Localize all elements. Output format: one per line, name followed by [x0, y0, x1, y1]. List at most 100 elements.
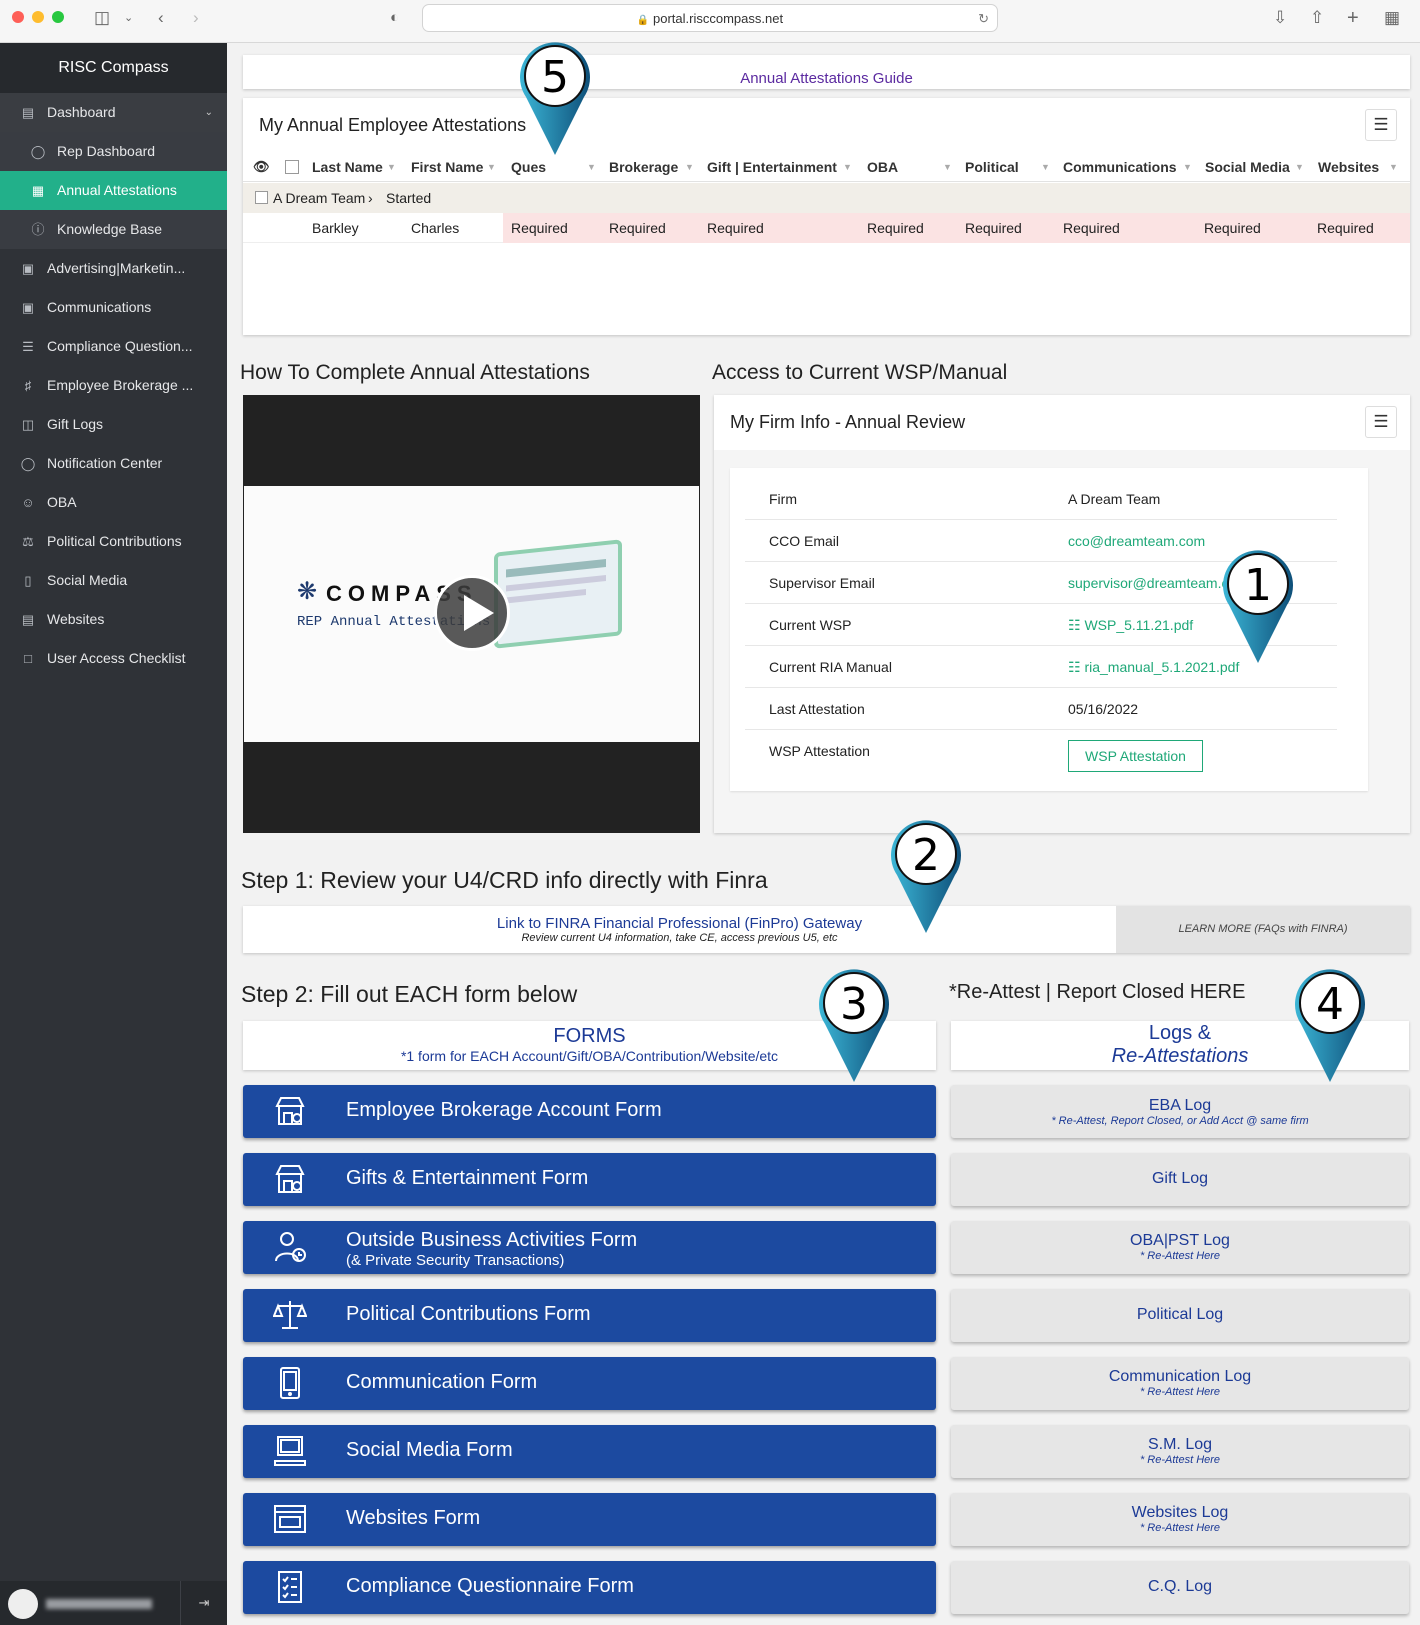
tab-overview-icon[interactable]: ▦	[1384, 8, 1400, 28]
sidebar-item-employee-brokerage[interactable]: ♯ Employee Brokerage ...	[0, 366, 227, 405]
sidebar-item-social-media[interactable]: ▯ Social Media	[0, 561, 227, 600]
log-label: EBA Log	[1148, 1097, 1212, 1114]
back-icon[interactable]: ‹	[158, 8, 164, 28]
info-icon: ⓘ	[31, 222, 45, 237]
social-media-form-button[interactable]: Social Media Form	[243, 1425, 936, 1478]
sort-icon[interactable]: ▼	[843, 152, 852, 182]
communication-log-button[interactable]: Communication Log * Re-Attest Here	[951, 1357, 1409, 1410]
column-header[interactable]: First Name	[411, 152, 483, 182]
column-header[interactable]: Last Name	[312, 152, 383, 182]
group-checkbox[interactable]	[255, 191, 268, 204]
address-bar[interactable]: 🔒 portal.risccompass.net ↻	[422, 4, 998, 32]
sort-icon[interactable]: ▼	[943, 152, 952, 182]
political-log-button[interactable]: Political Log	[951, 1289, 1409, 1342]
status-cell[interactable]: Required	[699, 213, 859, 243]
ria-manual-link[interactable]: ☷ ria_manual_5.1.2021.pdf	[1068, 646, 1239, 688]
compliance-questionnaire-form-button[interactable]: Compliance Questionnaire Form	[243, 1561, 936, 1614]
websites-log-button[interactable]: Websites Log * Re-Attest Here	[951, 1493, 1409, 1546]
group-row[interactable]: A Dream Team › Started	[243, 183, 1410, 213]
eba-log-button[interactable]: EBA Log * Re-Attest, Report Closed, or A…	[951, 1085, 1409, 1138]
sort-icon[interactable]: ▼	[1183, 152, 1192, 182]
column-header[interactable]: Brokerage	[609, 152, 678, 182]
column-header[interactable]: Communications	[1063, 152, 1177, 182]
status-cell[interactable]: Required	[1055, 213, 1196, 243]
sidebar-item-advertising[interactable]: ▣ Advertising|Marketin...	[0, 249, 227, 288]
status-cell[interactable]: Required	[503, 213, 601, 243]
sort-icon[interactable]: ▼	[685, 152, 694, 182]
sidebar-item-gift-logs[interactable]: ◫ Gift Logs	[0, 405, 227, 444]
political-contributions-form-button[interactable]: Political Contributions Form	[243, 1289, 936, 1342]
sort-icon[interactable]: ▼	[1295, 152, 1304, 182]
sidebar-item-oba[interactable]: ☺ OBA	[0, 483, 227, 522]
maximize-window-button[interactable]	[52, 11, 64, 23]
sidebar-item-user-access-checklist[interactable]: □ User Access Checklist	[0, 639, 227, 678]
attestations-card: My Annual Employee Attestations ☰ 👁 Last…	[243, 98, 1410, 335]
column-header[interactable]: Political	[965, 152, 1019, 182]
oba-pst-log-button[interactable]: OBA|PST Log * Re-Attest Here	[951, 1221, 1409, 1274]
chevron-right-icon[interactable]: ›	[368, 183, 373, 213]
grid-header: 👁 Last Name ▼ First Name ▼ Ques ▼ Broker…	[243, 152, 1410, 182]
sort-icon[interactable]: ▼	[387, 152, 396, 182]
gifts-entertainment-form-button[interactable]: Gifts & Entertainment Form	[243, 1153, 936, 1206]
social-media-log-button[interactable]: S.M. Log * Re-Attest Here	[951, 1425, 1409, 1478]
shield-icon[interactable]: ◐	[390, 8, 399, 28]
finra-link-text[interactable]: Link to FINRA Financial Professional (Fi…	[243, 915, 1116, 932]
column-header[interactable]: Websites	[1318, 152, 1379, 182]
cco-email-link[interactable]: cco@dreamteam.com	[1068, 520, 1205, 562]
sort-icon[interactable]: ▼	[1389, 152, 1398, 182]
sort-icon[interactable]: ▼	[487, 152, 496, 182]
gift-log-button[interactable]: Gift Log	[951, 1153, 1409, 1206]
sidebar-item-notification-center[interactable]: ◯ Notification Center	[0, 444, 227, 483]
sidebar-item-knowledge-base[interactable]: ⓘ Knowledge Base	[0, 210, 227, 249]
status-cell[interactable]: Required	[1196, 213, 1309, 243]
new-tab-icon[interactable]: +	[1347, 8, 1359, 28]
close-window-button[interactable]	[12, 11, 24, 23]
learn-more-button[interactable]: LEARN MORE (FAQs with FINRA)	[1116, 906, 1410, 953]
column-header[interactable]: Gift | Entertainment	[707, 152, 837, 182]
status-cell[interactable]: Required	[859, 213, 957, 243]
select-all-checkbox[interactable]	[285, 160, 299, 174]
brand-title[interactable]: RISC Compass	[0, 43, 227, 93]
finra-link[interactable]: Link to FINRA Financial Professional (Fi…	[243, 915, 1116, 944]
status-cell[interactable]: Required	[1309, 213, 1410, 243]
marker-pin-2: 2	[891, 820, 961, 933]
cq-log-button[interactable]: C.Q. Log	[951, 1561, 1409, 1614]
chevron-down-icon[interactable]: ⌄	[124, 8, 133, 28]
websites-form-button[interactable]: Websites Form	[243, 1493, 936, 1546]
table-row[interactable]: Barkley Charles Required Required Requir…	[243, 213, 1410, 243]
communication-form-button[interactable]: Communication Form	[243, 1357, 936, 1410]
sidebar-toggle-icon[interactable]: ◫	[94, 8, 110, 28]
forward-icon[interactable]: ›	[193, 8, 199, 28]
wsp-file-link[interactable]: ☷ WSP_5.11.21.pdf	[1068, 604, 1193, 646]
sidebar-item-websites[interactable]: ▤ Websites	[0, 600, 227, 639]
status-cell[interactable]: Required	[957, 213, 1055, 243]
employee-brokerage-form-button[interactable]: Employee Brokerage Account Form	[243, 1085, 936, 1138]
reload-icon[interactable]: ↻	[978, 5, 989, 32]
column-header[interactable]: OBA	[867, 152, 898, 182]
column-header[interactable]: Social Media	[1205, 152, 1290, 182]
share-icon[interactable]: ⇧	[1310, 8, 1324, 28]
checklist-icon	[278, 1571, 302, 1603]
play-button[interactable]	[434, 575, 510, 651]
sidebar-item-rep-dashboard[interactable]: ◯ Rep Dashboard	[0, 132, 227, 171]
menu-icon[interactable]: ☰	[1365, 406, 1397, 438]
oba-form-button[interactable]: Outside Business Activities Form (& Priv…	[243, 1221, 936, 1274]
download-icon[interactable]: ⇩	[1273, 8, 1287, 28]
sidebar-item-communications[interactable]: ▣ Communications	[0, 288, 227, 327]
sidebar-item-annual-attestations[interactable]: ▦ Annual Attestations	[0, 171, 227, 210]
eye-icon[interactable]: 👁	[253, 152, 270, 182]
video-player[interactable]: ❋ COMPASS REP Annual Attestations	[243, 395, 700, 833]
minimize-window-button[interactable]	[32, 11, 44, 23]
form-label: Compliance Questionnaire Form	[346, 1575, 634, 1597]
guide-link[interactable]: Annual Attestations Guide	[740, 70, 913, 87]
sidebar-item-political-contributions[interactable]: ⚖ Political Contributions	[0, 522, 227, 561]
menu-icon[interactable]: ☰	[1365, 109, 1397, 141]
sidebar-item-dashboard[interactable]: ▤ Dashboard ⌄	[0, 93, 227, 132]
logout-icon[interactable]: ⇥	[180, 1581, 227, 1625]
sort-icon[interactable]: ▼	[1041, 152, 1050, 182]
sidebar-item-compliance-questionnaire[interactable]: ☰ Compliance Question...	[0, 327, 227, 366]
avatar[interactable]	[8, 1589, 38, 1619]
wsp-attestation-button[interactable]: WSP Attestation	[1068, 740, 1203, 772]
laptop-icon	[274, 1436, 306, 1466]
status-cell[interactable]: Required	[601, 213, 699, 243]
